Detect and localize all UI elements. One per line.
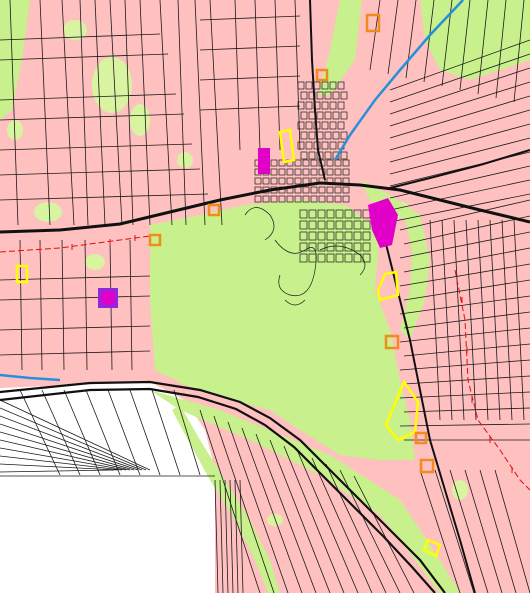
green-patch bbox=[177, 152, 193, 168]
map-canvas bbox=[0, 0, 530, 593]
green-patch bbox=[34, 202, 62, 222]
green-patch bbox=[85, 254, 105, 270]
green-patch bbox=[130, 104, 150, 136]
green-patch bbox=[267, 514, 283, 526]
land-use-map[interactable] bbox=[0, 0, 530, 593]
special-zone-inner bbox=[101, 291, 115, 305]
commercial-zone bbox=[258, 148, 270, 174]
